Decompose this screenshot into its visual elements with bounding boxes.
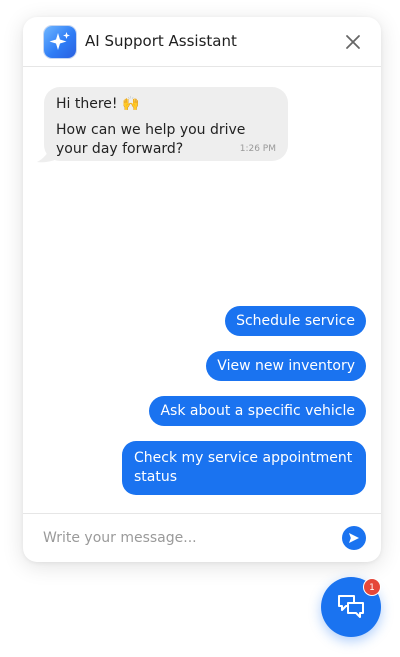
bot-message-text: How can we help you drive your day forwa… <box>56 122 246 157</box>
quick-reply-schedule-service[interactable]: Schedule service <box>225 306 366 336</box>
bot-greeting: Hi there! 🙌 <box>56 96 140 112</box>
quick-reply-view-inventory[interactable]: View new inventory <box>206 351 366 381</box>
close-icon[interactable] <box>345 34 361 50</box>
chat-widget: AI Support Assistant Hi there! 🙌 How can… <box>23 17 381 562</box>
quick-reply-appointment-status[interactable]: Check my service appointment status <box>122 441 366 495</box>
bot-message-bubble: Hi there! 🙌 How can we help you drive yo… <box>44 87 288 161</box>
message-input[interactable] <box>43 526 323 550</box>
chat-header: AI Support Assistant <box>23 17 381 67</box>
sparkle-icon <box>44 26 76 58</box>
unread-badge: 1 <box>363 578 381 596</box>
message-composer <box>23 513 381 562</box>
message-timestamp: 1:26 PM <box>239 144 276 154</box>
quick-reply-ask-vehicle[interactable]: Ask about a specific vehicle <box>149 396 366 426</box>
send-button[interactable] <box>342 526 366 550</box>
chat-bubbles-icon <box>338 595 364 618</box>
send-icon <box>349 533 359 543</box>
chat-title: AI Support Assistant <box>85 32 237 50</box>
